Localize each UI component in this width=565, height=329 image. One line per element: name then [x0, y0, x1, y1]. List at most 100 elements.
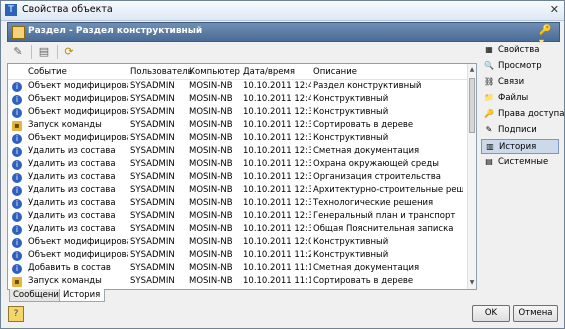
- table-row[interactable]: i Удалить из состава SYSADMIN MOSIN-NB 10.10…: [8, 211, 468, 224]
- history-icon: ▥: [486, 142, 494, 151]
- properties-icon: ▦: [485, 45, 493, 54]
- table-row[interactable]: i Удалить из состава SYSADMIN MOSIN-NB 10.10…: [8, 172, 468, 185]
- cell-datetime: 10.10.2011 12:36: [243, 198, 311, 208]
- close-icon[interactable]: ✕: [550, 3, 559, 16]
- cell-description: Конструктивный: [313, 133, 389, 143]
- cell-datetime: 10.10.2011 12:36: [243, 211, 311, 221]
- sidebar-item-signatures[interactable]: ✎ Подписи: [481, 123, 559, 138]
- ok-button[interactable]: OK: [472, 305, 510, 322]
- table-row[interactable]: i Удалить из состава SYSADMIN MOSIN-NB 10.10…: [8, 159, 468, 172]
- cell-description: Генеральный план и транспорт: [313, 211, 456, 221]
- cell-description: Конструктивный: [313, 94, 389, 104]
- list-icon[interactable]: ▤: [36, 44, 52, 60]
- table-row[interactable]: i Удалить из состава SYSADMIN MOSIN-NB 10.10…: [8, 146, 468, 159]
- scroll-down-icon[interactable]: ▼: [468, 279, 476, 287]
- tab-messages[interactable]: Сообщения: [9, 289, 64, 302]
- command-icon: ▪: [12, 121, 22, 131]
- cell-event: Удалить из состава: [28, 198, 116, 208]
- cell-user: SYSADMIN: [130, 263, 175, 273]
- sidebar-item-system[interactable]: ▤ Системные: [481, 155, 559, 170]
- sidebar-item-label: Связи: [498, 77, 525, 87]
- info-icon: i: [12, 173, 22, 183]
- column-header-description[interactable]: Описание: [313, 67, 357, 77]
- links-icon: ⛓: [484, 77, 495, 86]
- cell-datetime: 10.10.2011 12:06: [243, 237, 311, 247]
- sidebar-item-label: Свойства: [498, 45, 540, 55]
- cell-event: Удалить из состава: [28, 172, 116, 182]
- sidebar-item-preview[interactable]: 🔍 Просмотр: [481, 59, 559, 74]
- vertical-scrollbar[interactable]: ▲ ▼: [467, 64, 476, 289]
- cell-user: SYSADMIN: [130, 81, 175, 91]
- scroll-up-icon[interactable]: ▲: [468, 66, 476, 74]
- sidebar-item-properties[interactable]: ▦ Свойства: [481, 43, 559, 58]
- refresh-icon[interactable]: ⟳: [61, 44, 77, 60]
- table-row[interactable]: i Объект модифицирован SYSADMIN MOSIN-NB 10.…: [8, 250, 468, 263]
- sidebar-item-links[interactable]: ⛓ Связи: [481, 75, 559, 90]
- preview-icon: 🔍: [484, 61, 494, 70]
- sidebar-item-files[interactable]: 📁 Файлы: [481, 91, 559, 106]
- cell-description: Архитектурно-строительные решения: [313, 185, 463, 195]
- cell-user: SYSADMIN: [130, 237, 175, 247]
- cell-description: Конструктивный: [313, 237, 389, 247]
- help-icon[interactable]: ?: [8, 306, 24, 322]
- table-row[interactable]: i Удалить из состава SYSADMIN MOSIN-NB 10.10…: [8, 198, 468, 211]
- window-title: Свойства объекта: [22, 4, 113, 15]
- command-icon: ▪: [12, 277, 22, 287]
- sidebar-item-history[interactable]: ▥ История: [481, 139, 559, 154]
- column-header-user[interactable]: Пользователь: [130, 67, 193, 77]
- cell-event: Удалить из состава: [28, 159, 116, 169]
- tab-history[interactable]: История: [59, 289, 105, 302]
- table-row[interactable]: i Удалить из состава SYSADMIN MOSIN-NB 10.10…: [8, 185, 468, 198]
- cell-description: Сортировать в дереве: [313, 120, 414, 130]
- edit-icon[interactable]: ✎: [10, 44, 26, 60]
- cell-description: Сметная документация: [313, 146, 420, 156]
- cancel-button[interactable]: Отмена: [513, 305, 558, 322]
- table-row[interactable]: ▪ Запуск команды SYSADMIN MOSIN-NB 10.10.201…: [8, 120, 468, 133]
- cell-event: Объект модифицирован: [28, 250, 128, 260]
- cell-event: Объект модифицирован: [28, 107, 128, 117]
- info-icon: i: [12, 186, 22, 196]
- table-row[interactable]: i Объект модифицирован SYSADMIN MOSIN-NB 10.…: [8, 133, 468, 146]
- cell-datetime: 10.10.2011 11:19: [243, 263, 311, 273]
- table-row[interactable]: i Объект модифицирован SYSADMIN MOSIN-NB 10.…: [8, 94, 468, 107]
- table-row[interactable]: i Объект модифицирован SYSADMIN MOSIN-NB 10.…: [8, 107, 468, 120]
- history-table: Событие Пользователь Компьютер Дата/врем…: [7, 63, 477, 290]
- cell-event: Удалить из состава: [28, 211, 116, 221]
- cell-user: SYSADMIN: [130, 133, 175, 143]
- info-icon: i: [12, 264, 22, 274]
- table-row[interactable]: i Добавить в состав SYSADMIN MOSIN-NB 10.10.…: [8, 263, 468, 276]
- properties-dialog: T Свойства объекта ✕ Раздел - Раздел кон…: [0, 0, 565, 329]
- cell-computer: MOSIN-NB: [189, 224, 233, 234]
- cell-computer: MOSIN-NB: [189, 94, 233, 104]
- cell-computer: MOSIN-NB: [189, 133, 233, 143]
- cell-description: Конструктивный: [313, 250, 389, 260]
- info-icon: i: [12, 199, 22, 209]
- table-row[interactable]: ▪ Запуск команды SYSADMIN MOSIN-NB 10.10.201…: [8, 276, 468, 289]
- toolbar: ✎ ▤ ⟳: [7, 43, 475, 61]
- cell-description: Охрана окружающей среды: [313, 159, 439, 169]
- table-row[interactable]: i Объект модифицирован SYSADMIN MOSIN-NB 10.…: [8, 237, 468, 250]
- column-header-computer[interactable]: Компьютер: [189, 67, 240, 77]
- cell-user: SYSADMIN: [130, 159, 175, 169]
- cell-datetime: 10.10.2011 12:49: [243, 81, 311, 91]
- table-row[interactable]: i Удалить из состава SYSADMIN MOSIN-NB 10.10…: [8, 224, 468, 237]
- cell-user: SYSADMIN: [130, 185, 175, 195]
- cell-computer: MOSIN-NB: [189, 159, 233, 169]
- info-icon: i: [12, 160, 22, 170]
- cell-description: Раздел конструктивный: [313, 81, 422, 91]
- table-row[interactable]: i Объект модифицирован SYSADMIN MOSIN-NB 10.…: [8, 81, 468, 94]
- cell-datetime: 10.10.2011 12:36: [243, 185, 311, 195]
- sidebar-item-access[interactable]: 🔑 Права доступа: [481, 107, 564, 122]
- info-icon: i: [12, 212, 22, 222]
- info-icon: i: [12, 82, 22, 92]
- cell-datetime: 10.10.2011 12:49: [243, 94, 311, 104]
- scroll-thumb[interactable]: [469, 78, 475, 133]
- column-header-event[interactable]: Событие: [28, 67, 67, 77]
- info-icon: i: [12, 225, 22, 235]
- cell-user: SYSADMIN: [130, 198, 175, 208]
- column-header-datetime[interactable]: Дата/время: [243, 67, 295, 77]
- cell-datetime: 10.10.2011 12:36: [243, 159, 311, 169]
- cell-computer: MOSIN-NB: [189, 120, 233, 130]
- object-menu-icon[interactable]: 🔑▾: [539, 25, 555, 48]
- sidebar-item-label: Файлы: [498, 93, 529, 103]
